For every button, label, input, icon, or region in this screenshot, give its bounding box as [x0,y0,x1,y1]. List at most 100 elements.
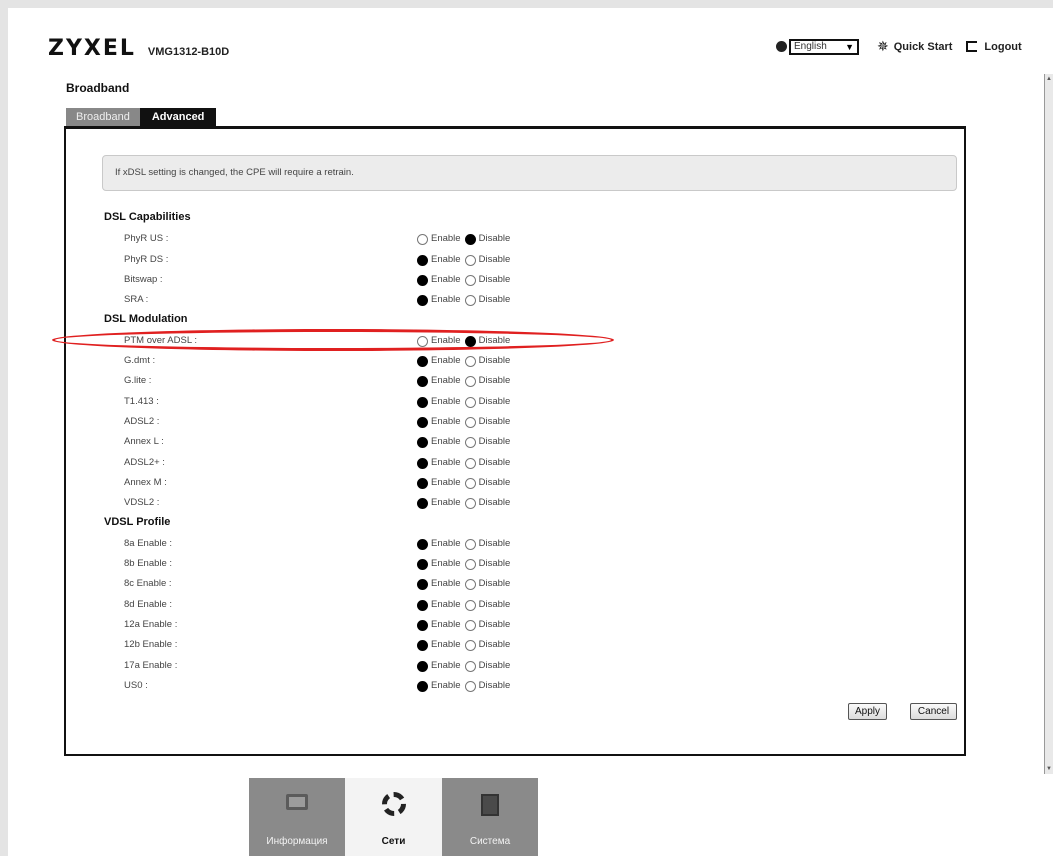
bottom-nav: Информация Сети Система [249,778,538,856]
disable-radio[interactable] [464,335,476,347]
disable-radio[interactable] [464,639,476,651]
setting-label: G.lite : [124,375,152,386]
settings-panel [64,126,966,756]
disable-radio[interactable] [464,396,476,408]
enable-radio-label: Enable [431,457,461,468]
enable-radio-label: Enable [431,680,461,691]
disable-radio[interactable] [464,457,476,469]
disable-radio[interactable] [464,538,476,550]
disable-radio-label: Disable [478,375,511,386]
setting-radio-group: Enable Disable [417,416,514,428]
enable-radio[interactable] [417,497,428,509]
disable-radio[interactable] [464,660,476,672]
disable-radio[interactable] [464,558,476,570]
setting-label: SRA : [124,294,149,305]
setting-radio-group: Enable Disable [417,436,514,448]
enable-radio[interactable] [417,619,428,631]
disable-radio[interactable] [464,233,476,245]
setting-label: PhyR US : [124,233,169,244]
apply-button[interactable]: Apply [848,703,887,720]
setting-label: ADSL2 : [124,416,160,427]
disable-radio[interactable] [464,355,476,367]
enable-radio[interactable] [417,294,428,306]
disable-radio[interactable] [464,274,476,286]
enable-radio[interactable] [417,558,428,570]
enable-radio[interactable] [417,355,428,367]
quick-start-link[interactable]: Quick Start [894,41,953,53]
enable-radio[interactable] [417,578,428,590]
section-title: DSL Modulation [104,312,188,325]
setting-label: 8d Enable : [124,599,173,610]
disable-radio-label: Disable [478,639,511,650]
setting-radio-group: Enable Disable [417,639,514,651]
system-icon [481,794,499,816]
setting-label: 17a Enable : [124,660,178,671]
scrollbar[interactable]: ▲ ▼ [1044,74,1053,774]
enable-radio[interactable] [417,254,428,266]
disable-radio-label: Disable [478,294,511,305]
enable-radio-label: Enable [431,599,461,610]
enable-radio[interactable] [417,477,428,489]
enable-radio[interactable] [417,599,428,611]
quick-start-icon[interactable]: ✵ [877,38,889,55]
nav-label-network: Сети [381,836,406,847]
enable-radio[interactable] [417,457,428,469]
enable-radio-label: Enable [431,254,461,265]
disable-radio[interactable] [464,375,476,387]
scroll-down-icon[interactable]: ▼ [1046,766,1052,772]
disable-radio[interactable] [464,294,476,306]
enable-radio-label: Enable [431,396,461,407]
enable-radio[interactable] [417,639,428,651]
disable-radio[interactable] [464,619,476,631]
enable-radio[interactable] [417,274,428,286]
nav-tab-info[interactable]: Информация [249,778,345,856]
disable-radio-label: Disable [478,233,511,244]
language-select[interactable]: English ▼ [789,38,859,55]
enable-radio[interactable] [417,538,428,550]
cancel-button[interactable]: Cancel [910,703,957,720]
globe-icon [776,41,787,52]
enable-radio[interactable] [417,660,428,672]
disable-radio[interactable] [464,497,476,509]
disable-radio[interactable] [464,680,476,692]
section-title: VDSL Profile [104,515,171,528]
disable-radio-label: Disable [478,355,511,366]
setting-radio-group: Enable Disable [417,477,514,489]
language-select-value: English [794,40,827,52]
setting-radio-group: Enable Disable [417,619,514,631]
enable-radio-label: Enable [431,335,461,346]
disable-radio[interactable] [464,477,476,489]
enable-radio[interactable] [417,416,428,428]
enable-radio-label: Enable [431,375,461,386]
enable-radio[interactable] [417,396,428,408]
enable-radio[interactable] [417,335,428,347]
tab-broadband[interactable]: Broadband [66,108,140,127]
enable-radio[interactable] [417,233,428,245]
disable-radio[interactable] [464,599,476,611]
chevron-down-icon: ▼ [845,41,854,52]
setting-label: ADSL2+ : [124,457,165,468]
nav-tab-system[interactable]: Система [442,778,538,856]
enable-radio-label: Enable [431,497,461,508]
setting-radio-group: Enable Disable [417,660,514,672]
brand: ZYXEL VMG1312-B10D [48,36,229,61]
enable-radio[interactable] [417,680,428,692]
logout-link[interactable]: Logout [984,41,1021,53]
scroll-up-icon[interactable]: ▲ [1046,76,1052,82]
disable-radio[interactable] [464,416,476,428]
setting-radio-group: Enable Disable [417,375,514,387]
setting-label: 8c Enable : [124,578,172,589]
disable-radio-label: Disable [478,477,511,488]
disable-radio-label: Disable [478,457,511,468]
disable-radio[interactable] [464,436,476,448]
nav-tab-network[interactable]: Сети [345,778,442,856]
setting-label: T1.413 : [124,396,159,407]
enable-radio[interactable] [417,375,428,387]
logout-icon[interactable] [966,41,978,52]
disable-radio[interactable] [464,578,476,590]
setting-radio-group: Enable Disable [417,497,514,509]
tab-advanced[interactable]: Advanced [139,108,217,127]
disable-radio[interactable] [464,254,476,266]
setting-label: Bitswap : [124,274,163,285]
enable-radio[interactable] [417,436,428,448]
